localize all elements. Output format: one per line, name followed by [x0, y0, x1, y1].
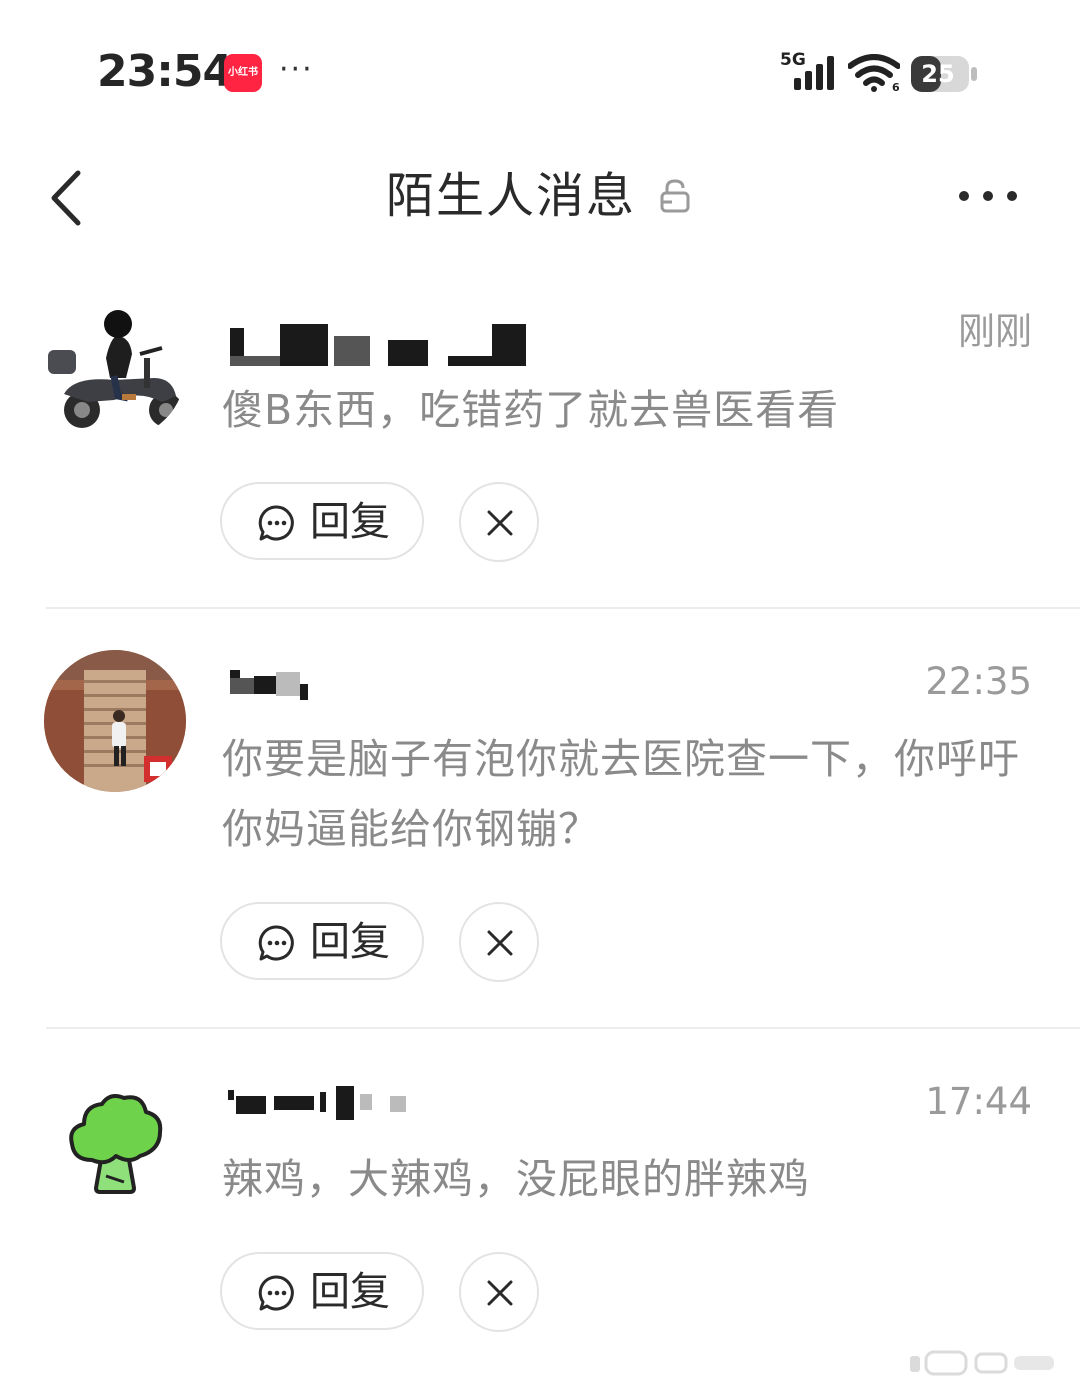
- svg-text:6: 6: [892, 81, 900, 92]
- dismiss-button[interactable]: [459, 902, 539, 982]
- message-item[interactable]: 22:35 你要是脑子有泡你就去医院查一下，你呼吁你妈逼能给你钢镚？ 回复: [0, 630, 1080, 1030]
- redaction-block: [388, 340, 428, 366]
- temple-stairs-avatar-image: [44, 650, 186, 792]
- redaction-block: [228, 1090, 234, 1100]
- redaction-block: [254, 676, 276, 694]
- message-time: 刚刚: [958, 310, 1032, 353]
- redaction-block: [230, 356, 280, 366]
- message-content: 傻B东西，吃错药了就去兽医看看: [222, 386, 840, 434]
- battery-level-text: 25: [921, 60, 955, 88]
- more-options-button[interactable]: [956, 186, 1020, 206]
- redaction-block: [360, 1094, 372, 1110]
- close-icon: [487, 1280, 513, 1306]
- back-button[interactable]: [44, 168, 88, 228]
- reply-button-label: 回复: [310, 919, 390, 965]
- redaction-block: [492, 324, 526, 366]
- page-title: 陌生人消息: [386, 168, 637, 224]
- redaction-block: [274, 1096, 314, 1110]
- redaction-block: [236, 1096, 266, 1114]
- divider: [46, 607, 1080, 609]
- xiaohongshu-app-icon: 小红书: [224, 54, 262, 92]
- reply-button[interactable]: 回复: [220, 482, 424, 560]
- stranger-messages-screen: 23:54 小红书 ··· 5G 6 25 陌生人消息 刚刚 傻B东西，吃错药了…: [0, 0, 1080, 1387]
- close-icon: [487, 930, 513, 956]
- reply-button-label: 回复: [310, 1269, 390, 1315]
- redaction-block: [230, 670, 240, 678]
- chat-bubble-icon: [258, 925, 294, 961]
- redaction-block: [280, 324, 328, 366]
- dismiss-button[interactable]: [459, 482, 539, 562]
- scooter-rider-avatar-image: [44, 298, 186, 440]
- redaction-block: [320, 1092, 326, 1112]
- sender-avatar[interactable]: [44, 650, 186, 792]
- reply-button[interactable]: 回复: [220, 902, 424, 980]
- sender-name-redacted: [222, 1082, 552, 1132]
- sender-avatar[interactable]: [44, 298, 186, 440]
- redaction-block: [300, 684, 308, 700]
- close-icon: [487, 510, 513, 536]
- cellular-signal-icon: [794, 56, 834, 90]
- notification-more-icon: ···: [279, 52, 314, 87]
- sender-name-redacted: [222, 662, 552, 712]
- redaction-block: [390, 1096, 406, 1112]
- chat-bubble-icon: [258, 1275, 294, 1311]
- reply-button[interactable]: 回复: [220, 1252, 424, 1330]
- wifi-icon: 6: [848, 54, 900, 92]
- status-time: 23:54: [97, 46, 233, 97]
- chat-bubble-icon: [258, 505, 294, 541]
- reply-button-label: 回复: [310, 499, 390, 545]
- broccoli-avatar-image: [44, 1070, 186, 1212]
- divider: [46, 1027, 1080, 1029]
- redaction-block: [276, 672, 300, 696]
- sender-avatar[interactable]: [44, 1070, 186, 1212]
- redaction-block: [336, 1086, 354, 1120]
- status-bar: 23:54 小红书 ··· 5G 6 25: [0, 0, 1080, 140]
- message-content: 辣鸡，大辣鸡，没屁眼的胖辣鸡: [222, 1155, 810, 1203]
- redaction-block: [334, 336, 370, 366]
- message-item[interactable]: 刚刚 傻B东西，吃错药了就去兽医看看 回复: [0, 280, 1080, 610]
- message-time: 17:44: [925, 1080, 1032, 1123]
- dismiss-button[interactable]: [459, 1252, 539, 1332]
- sender-name-redacted: [222, 320, 552, 370]
- message-content: 你要是脑子有泡你就去医院查一下，你呼吁你妈逼能给你钢镚？: [222, 735, 1020, 853]
- lock-icon: [660, 179, 690, 213]
- message-time: 22:35: [925, 660, 1032, 703]
- redaction-block: [230, 678, 254, 694]
- message-item[interactable]: 17:44 辣鸡，大辣鸡，没屁眼的胖辣鸡 回复: [0, 1050, 1080, 1387]
- watermark-mark: [910, 1350, 1054, 1376]
